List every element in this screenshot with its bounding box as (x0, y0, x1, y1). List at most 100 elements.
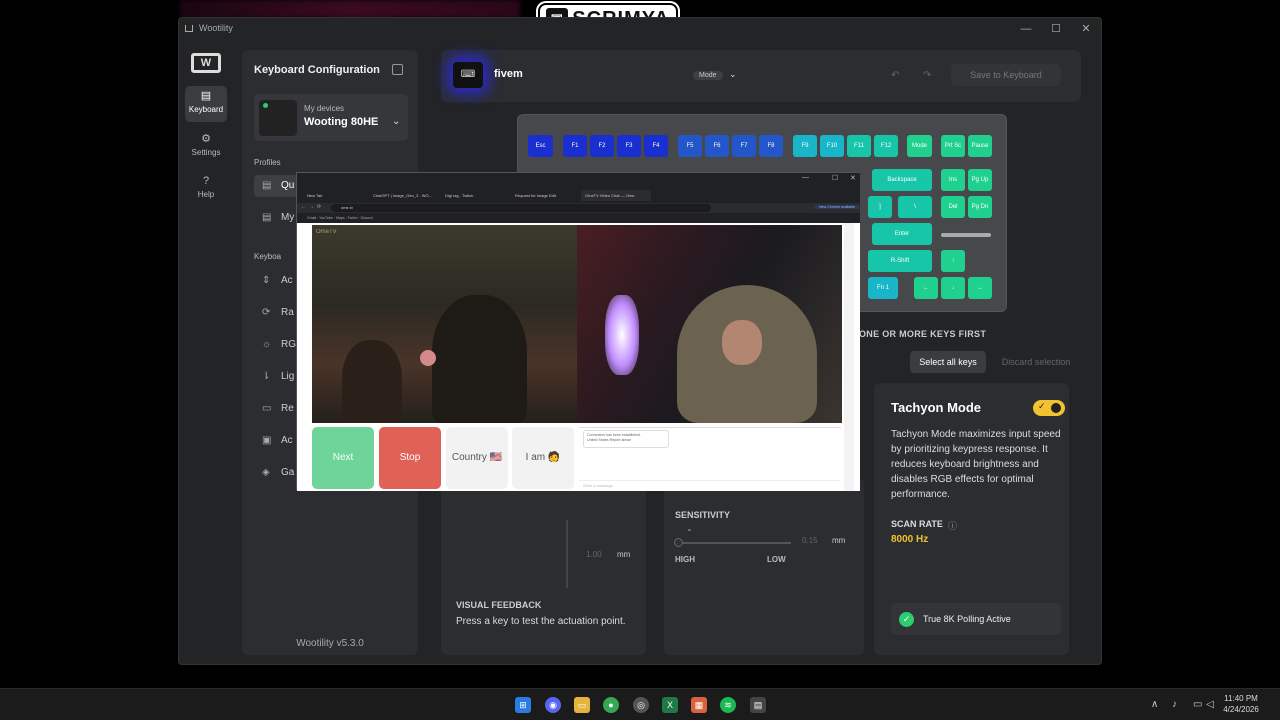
reload-icon[interactable]: ⟳ (317, 204, 321, 210)
sidebar-item-label: Ga (281, 467, 295, 478)
key-fn[interactable]: Fn 1 (868, 277, 898, 299)
help-icon: ? (202, 175, 210, 187)
key-f11[interactable]: F11 (847, 135, 871, 157)
key-right-bracket[interactable]: ] (868, 196, 892, 218)
key-f4[interactable]: F4 (644, 135, 668, 157)
key-arrow-left[interactable]: ← (914, 277, 938, 299)
select-all-keys-button[interactable]: Select all keys (910, 351, 986, 373)
sensitivity-handle[interactable] (674, 538, 683, 547)
nav-keyboard[interactable]: ▤ Keyboard (185, 86, 227, 122)
mode-selector[interactable]: Mode (693, 71, 723, 80)
address-bar[interactable]: ome.tv (331, 204, 711, 212)
key-f6[interactable]: F6 (705, 135, 729, 157)
key-page-up[interactable]: Pg Up (968, 169, 992, 191)
undo-icon[interactable]: ↶ (891, 70, 899, 81)
key-f9[interactable]: F9 (793, 135, 817, 157)
key-f8[interactable]: F8 (759, 135, 783, 157)
key-arrow-right[interactable]: → (968, 277, 992, 299)
key-backspace[interactable]: Backspace (872, 169, 932, 191)
wootility-taskbar-icon[interactable]: ▤ (750, 697, 766, 713)
spotify-icon[interactable]: ≋ (720, 697, 736, 713)
stop-button[interactable]: Stop (379, 427, 441, 489)
app-version: Wootility v5.3.0 (296, 638, 364, 649)
clock-date: 4/24/2026 (1223, 705, 1259, 714)
volume-icon[interactable]: ◁ (1206, 699, 1214, 710)
sensitivity-slider[interactable] (676, 542, 791, 544)
device-name: Wooting 80HE (304, 116, 379, 128)
nav-settings[interactable]: ⚙ Settings (185, 129, 227, 165)
browser-maximize-button[interactable]: ☐ (832, 174, 838, 182)
discord-icon[interactable]: ◉ (545, 697, 561, 713)
key-insert[interactable]: Ins (941, 169, 965, 191)
stream-background (180, 0, 520, 18)
chat-input[interactable]: Write a message (579, 480, 841, 489)
key-arrow-up[interactable]: ↑ (941, 250, 965, 272)
keyboard-heading: Keyboa (254, 252, 282, 261)
i-am-button[interactable]: I am 🧑 (512, 427, 574, 489)
browser-tab[interactable]: New Tab (303, 190, 365, 201)
check-circle-icon: ✓ (899, 612, 914, 627)
close-button[interactable]: ✕ (1071, 20, 1101, 38)
file-explorer-icon[interactable]: ▭ (574, 697, 590, 713)
selection-hint: ONE OR MORE KEYS FIRST (859, 329, 987, 339)
actuation-value[interactable]: 1.00 (586, 550, 602, 559)
forward-icon[interactable]: → (309, 204, 314, 210)
discard-selection-button[interactable]: Discard selection (996, 351, 1076, 373)
minimize-button[interactable]: — (1011, 20, 1041, 38)
key-arrow-down[interactable]: ↓ (941, 277, 965, 299)
show-hidden-icons[interactable]: ∧ (1151, 699, 1158, 710)
ometv-page: OmeTV Next Stop Country 🇺🇸 I am 🧑 Connec… (297, 223, 860, 491)
actuation-slider[interactable] (566, 520, 568, 588)
key-mode[interactable]: Mode (907, 135, 932, 157)
sidebar-item-label: Re (281, 403, 294, 414)
key-pause[interactable]: Pause (968, 135, 992, 157)
clock[interactable]: 11:40 PM 4/24/2026 (1218, 693, 1264, 715)
key-f12[interactable]: F12 (874, 135, 898, 157)
browser-minimize-button[interactable]: — (802, 174, 809, 181)
browser-tab[interactable]: Digi rsg - Twitch (441, 190, 509, 201)
start-icon[interactable]: ⊞ (515, 697, 531, 713)
save-to-keyboard-button[interactable]: Save to Keyboard (951, 64, 1061, 86)
key-enter[interactable]: Enter (872, 223, 932, 245)
browser-tab-active[interactable]: OmeTV Video Chat — Ome (581, 190, 651, 201)
page-scrollbar[interactable] (844, 223, 854, 491)
chrome-update-badge[interactable]: New Chrome available (815, 205, 860, 209)
key-backslash[interactable]: \ (898, 196, 932, 218)
device-selector[interactable]: My devices Wooting 80HE ⌄ (254, 94, 408, 141)
collapse-sidebar-icon[interactable] (392, 64, 403, 75)
tachyon-toggle[interactable]: ✓ (1033, 400, 1065, 416)
microphone-icon[interactable]: ♪ (1172, 699, 1177, 710)
key-f5[interactable]: F5 (678, 135, 702, 157)
browser-tab[interactable]: Request for Image Edit (511, 190, 579, 201)
country-button[interactable]: Country 🇺🇸 (446, 427, 508, 489)
nav-help[interactable]: ? Help (185, 172, 227, 208)
browser-close-button[interactable]: ✕ (850, 174, 856, 182)
chrome-icon[interactable]: ● (603, 697, 619, 713)
info-icon[interactable]: ⓘ (948, 519, 957, 532)
redo-icon[interactable]: ↷ (923, 70, 931, 81)
app-icon[interactable]: ▦ (691, 697, 707, 713)
profile-icon: ▤ (262, 180, 272, 191)
key-f7[interactable]: F7 (732, 135, 756, 157)
key-f2[interactable]: F2 (590, 135, 614, 157)
key-f10[interactable]: F10 (820, 135, 844, 157)
excel-icon[interactable]: X (662, 697, 678, 713)
key-print-screen[interactable]: Prt Sc (941, 135, 965, 157)
key-esc[interactable]: Esc (528, 135, 553, 157)
key-f1[interactable]: F1 (563, 135, 587, 157)
high-label: HIGH (675, 555, 695, 564)
local-video (577, 225, 842, 423)
sensitivity-value[interactable]: 0.15 (802, 536, 818, 545)
network-icon[interactable]: ▭ (1193, 699, 1202, 710)
key-page-down[interactable]: Pg Dn (968, 196, 992, 218)
key-f3[interactable]: F3 (617, 135, 641, 157)
maximize-button[interactable]: ☐ (1041, 20, 1071, 38)
key-delete[interactable]: Del (941, 196, 965, 218)
browser-tab[interactable]: ChatGPT | Image_Gen_3 - WO... (369, 190, 437, 201)
profile-item-label: Qu (281, 180, 295, 191)
key-right-shift[interactable]: R-Shift (868, 250, 932, 272)
back-icon[interactable]: ← (301, 204, 306, 210)
next-button[interactable]: Next (312, 427, 374, 489)
chevron-down-icon[interactable]: ⌄ (729, 69, 737, 80)
app-icon[interactable]: ◎ (633, 697, 649, 713)
